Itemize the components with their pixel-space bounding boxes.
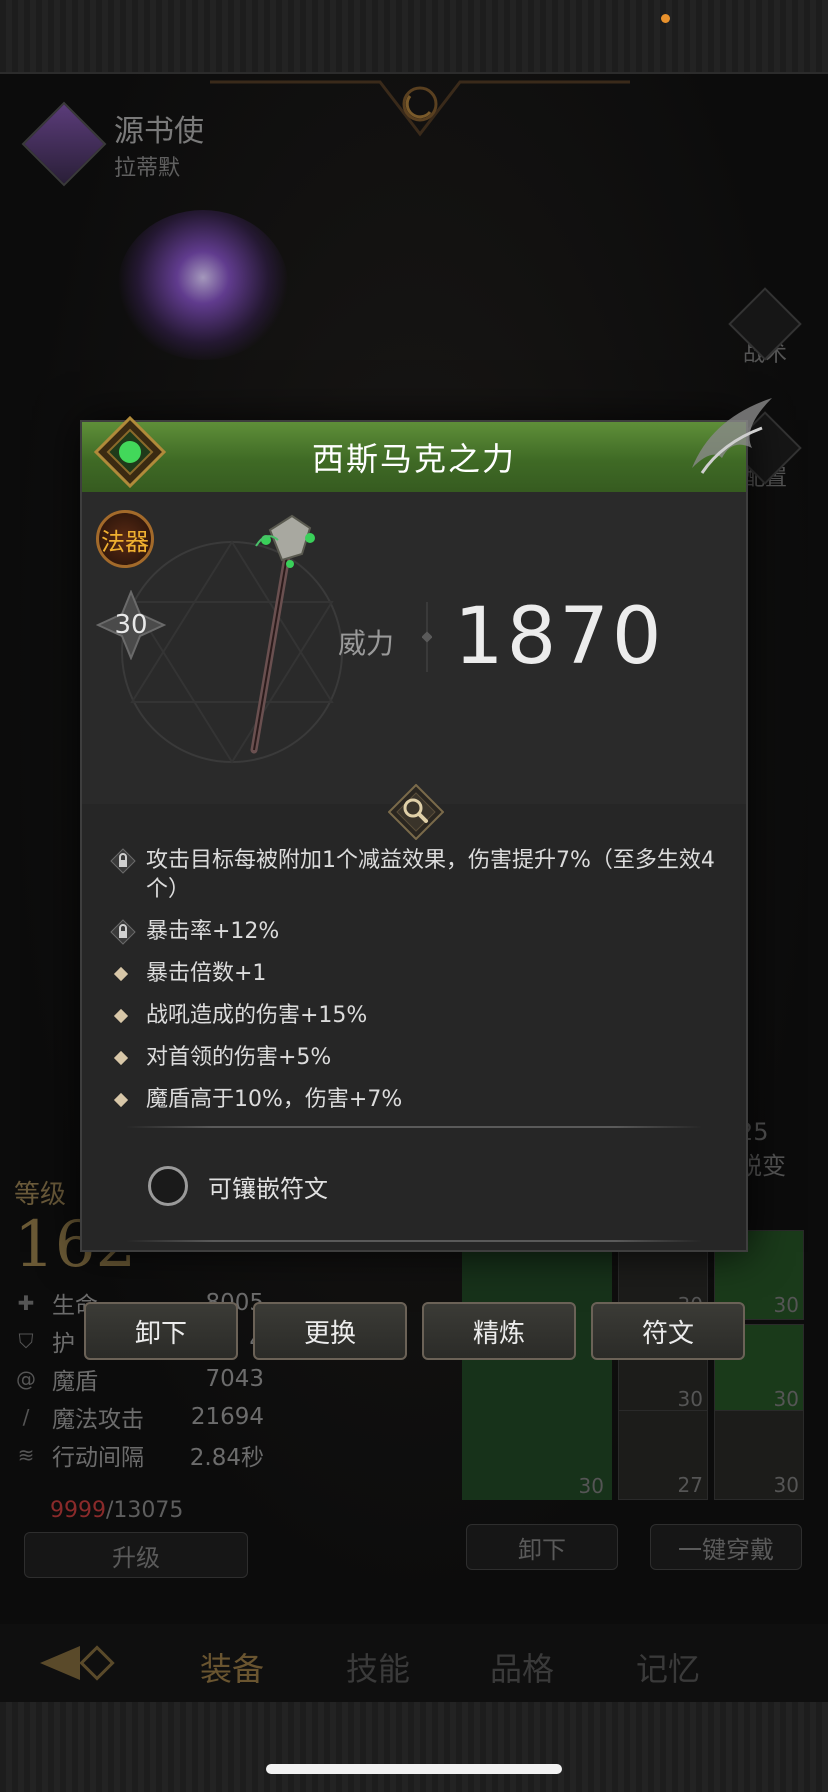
top-status-bar [0, 0, 828, 74]
stat-row: / 魔法攻击 21694 [14, 1398, 264, 1436]
item-type-badge: 法器 [96, 510, 154, 568]
stat-name: 魔盾 [52, 1369, 98, 1395]
effects-list: 攻击目标每被附加1个减益效果，伤害提升7%（至多生效4个） 暴击率+12% 暴击… [110, 846, 720, 1127]
rune-button[interactable]: 符文 [591, 1302, 745, 1360]
diamond-icon [113, 1008, 129, 1024]
rarity-gem-icon [94, 416, 166, 488]
slot-level: 30 [677, 1387, 703, 1411]
equip-slot[interactable]: 27 [618, 1410, 708, 1500]
slot-level: 30 [773, 1387, 799, 1411]
unequip-button[interactable]: 卸下 [84, 1302, 238, 1360]
bg-unequip-button[interactable]: 卸下 [466, 1524, 618, 1570]
shield-icon: ⛉ [18, 1329, 34, 1353]
item-detail-modal: 西斯马克之力 法器 30 威力 1870 攻击目标每被附加1个减益效果，伤害提升… [80, 398, 772, 1252]
item-level: 30 [114, 610, 148, 640]
rune-socket-label: 可镶嵌符文 [208, 1174, 328, 1203]
effect-item: 对首领的伤害+5% [110, 1043, 720, 1072]
potion-current: 9999 [50, 1498, 106, 1523]
stat-row: @ 魔盾 7043 [14, 1360, 264, 1398]
wing-icon: ≋ [17, 1443, 35, 1467]
tactics-button[interactable]: 战术 [728, 287, 802, 372]
potion-counter: 9999/13075 [50, 1498, 183, 1523]
refine-button[interactable]: 精炼 [422, 1302, 576, 1360]
effect-text: 攻击目标每被附加1个减益效果，伤害提升7%（至多生效4个） [146, 848, 715, 902]
bottom-decor-bar [0, 1702, 828, 1792]
magnifier-icon[interactable] [388, 784, 444, 840]
separator-icon [422, 602, 432, 672]
stat-row: ≋ 行动间隔 2.84秒 [14, 1436, 264, 1474]
lock-icon [110, 919, 136, 945]
divider [126, 1240, 702, 1242]
stat-value: 7043 [205, 1366, 264, 1392]
tab-equipment[interactable]: 装备 [200, 1644, 264, 1690]
potion-max: /13075 [106, 1498, 184, 1523]
swirl-icon: @ [16, 1367, 36, 1391]
power-value: 1870 [454, 592, 665, 682]
back-arrow-icon[interactable] [0, 1624, 150, 1702]
stat-value: 2.84秒 [189, 1445, 264, 1471]
effect-text: 对首领的伤害+5% [146, 1045, 332, 1070]
slot-level: 30 [578, 1474, 604, 1498]
home-indicator[interactable] [266, 1764, 562, 1774]
rune-socket-icon[interactable] [148, 1166, 188, 1206]
item-overview: 法器 30 威力 1870 [82, 492, 746, 804]
effect-text: 暴击率+12% [146, 919, 280, 944]
equip-slot[interactable]: 30 [714, 1410, 804, 1500]
equip-all-button[interactable]: 一键穿戴 [650, 1524, 802, 1570]
slot-level: 30 [773, 1293, 799, 1317]
power-label: 威力 [338, 627, 395, 660]
effect-locked: 攻击目标每被附加1个减益效果，伤害提升7%（至多生效4个） [110, 846, 720, 904]
slot-level: 27 [677, 1473, 703, 1497]
effect-locked: 暴击率+12% [110, 917, 720, 946]
divider [126, 1126, 702, 1128]
rune-socket-row[interactable]: 可镶嵌符文 [148, 1166, 328, 1206]
lock-icon [110, 848, 136, 874]
stat-value: 21694 [190, 1404, 264, 1430]
effect-text: 魔盾高于10%，伤害+7% [146, 1087, 403, 1112]
level-label: 等级 [14, 1180, 67, 1210]
hero-sub-name: 拉蒂默 [114, 156, 181, 181]
stat-name: 行动间隔 [52, 1445, 144, 1471]
tab-character[interactable]: 品格 [490, 1644, 554, 1690]
moon-ornament-icon [210, 80, 630, 137]
effect-item: 暴击倍数+1 [110, 959, 720, 988]
effect-text: 战吼造成的伤害+15% [146, 1003, 368, 1028]
weapon-slot[interactable]: 30 [462, 1245, 612, 1500]
effect-text: 暴击倍数+1 [146, 961, 267, 986]
plus-icon: ✚ [17, 1291, 35, 1315]
effect-item: 魔盾高于10%，伤害+7% [110, 1085, 720, 1114]
replace-button[interactable]: 更换 [253, 1302, 407, 1360]
tab-memory[interactable]: 记忆 [636, 1644, 700, 1690]
diamond-icon [113, 1050, 129, 1066]
item-name: 西斯马克之力 [311, 440, 516, 478]
stat-name: 魔法攻击 [52, 1407, 144, 1433]
status-indicator-dot [661, 14, 670, 23]
tab-skills[interactable]: 技能 [346, 1644, 410, 1690]
hero-name: 源书使 [114, 114, 204, 149]
item-header: 西斯马克之力 [82, 422, 746, 492]
upgrade-button[interactable]: 升级 [24, 1532, 248, 1578]
wing-ornament-icon [692, 398, 772, 474]
diamond-icon [113, 966, 129, 982]
staff-weapon-icon [250, 514, 315, 754]
slot-level: 30 [773, 1473, 799, 1497]
hero-orb-image [118, 210, 288, 360]
effect-item: 战吼造成的伤害+15% [110, 1001, 720, 1030]
diamond-icon [113, 1092, 129, 1108]
staff-icon: / [22, 1405, 30, 1429]
